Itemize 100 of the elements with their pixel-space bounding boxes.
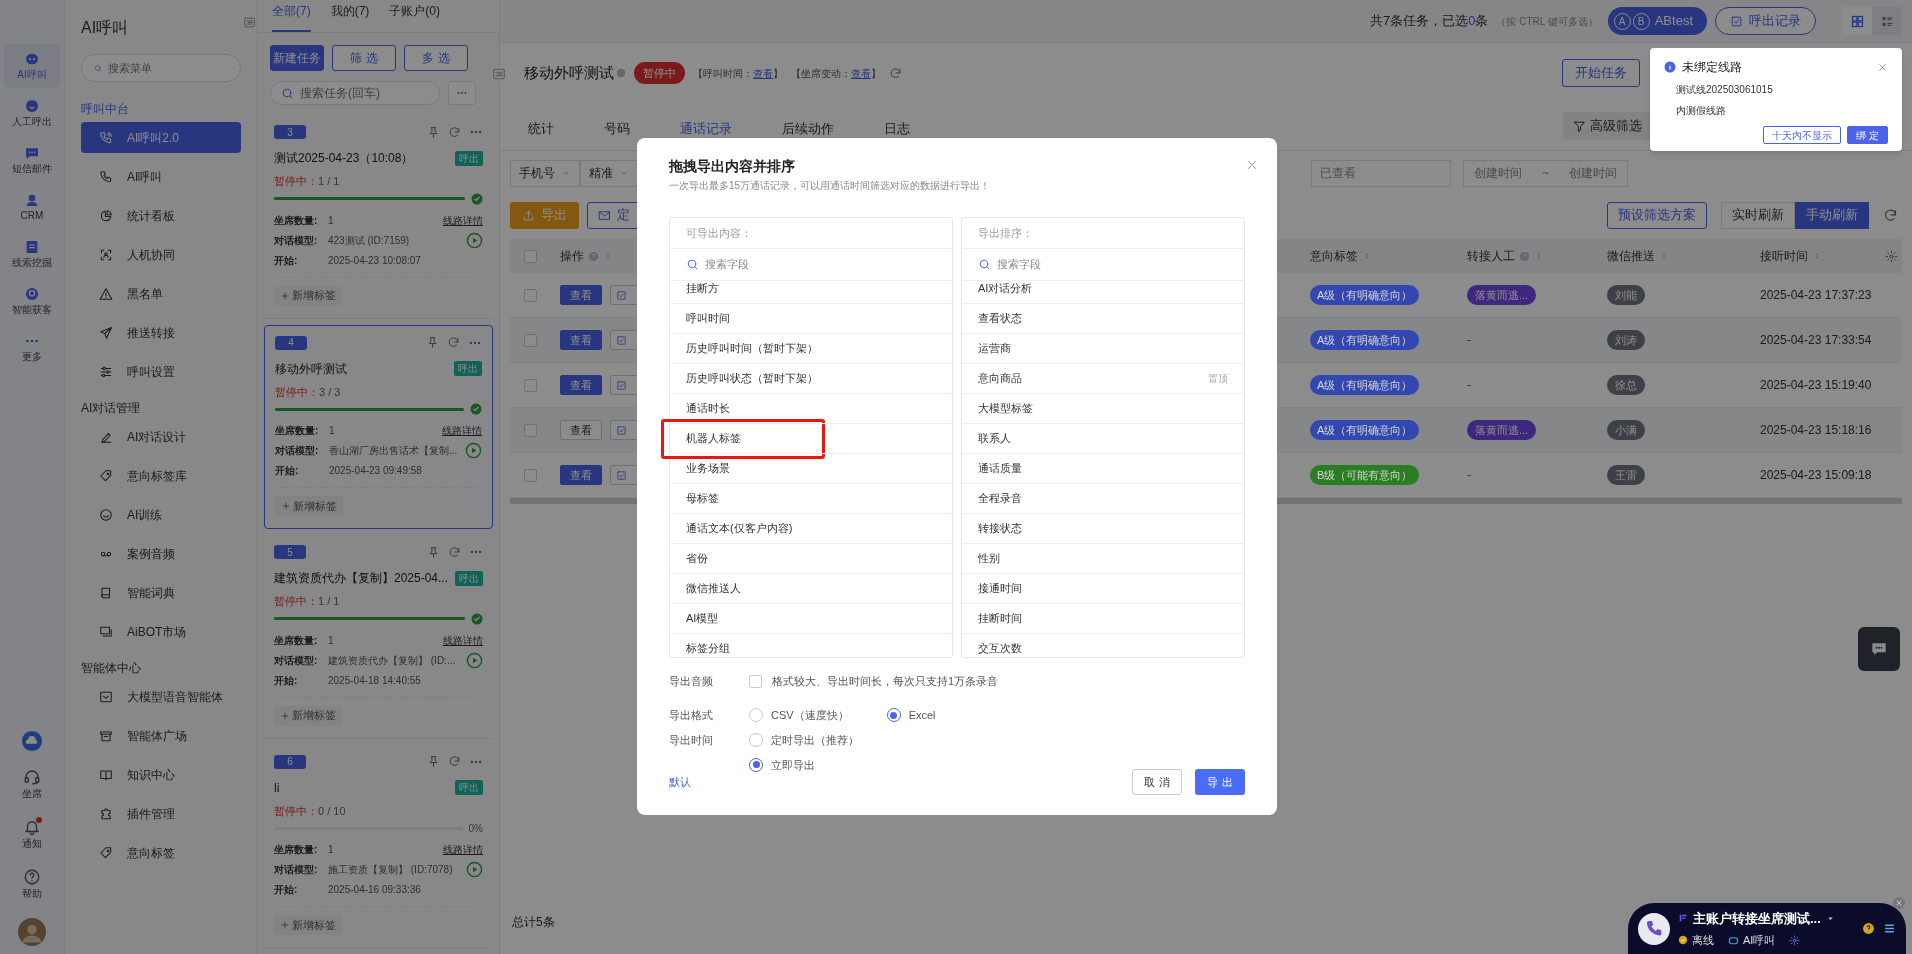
search-field[interactable]: 搜索菜单: [81, 54, 241, 82]
bind-button[interactable]: 绑 定: [1847, 126, 1888, 144]
task-card[interactable]: 5 建筑资质代办【复制】2025-04... 呼出 暂停中：1 / 1 坐席数量: 1 线路详情 对话模型: 建筑资质代办【复制】 (ID:... 开始: 2025-04-18 14:40:55 新增标签: [264, 535, 493, 739]
rail-item[interactable]: CRM: [4, 185, 60, 229]
route-details-link[interactable]: 线路详情: [443, 842, 483, 857]
menu-item[interactable]: AI呼叫: [81, 161, 241, 192]
status-indicator[interactable]: 离线: [1678, 932, 1714, 949]
play-button-icon[interactable]: [466, 861, 483, 878]
menu-item[interactable]: 案例音频: [81, 538, 241, 569]
view-button[interactable]: 查看: [560, 285, 602, 305]
menu-item[interactable]: 大模型语音智能体: [81, 681, 241, 712]
tab[interactable]: 号码: [586, 118, 648, 150]
task-card[interactable]: 3 测试2025-04-23（10:08） 呼出 暂停中：1 / 1 坐席数量: 1 线路详情 对话模型: 423测试 (ID:7159) 开始: 2025-04-23 10:08:07 新增标签: [264, 115, 493, 319]
rail-item[interactable]: 帮助: [10, 868, 54, 900]
menu-item[interactable]: 意向标签: [81, 837, 241, 868]
rail-item[interactable]: 坐席: [10, 768, 54, 800]
task-card[interactable]: 4 移动外呼测试 呼出 暂停中：3 / 3 坐席数量: 1 线路详情 对话模型: 香山湖厂房出售话术【复制... 开始: 2025-04-23 09:49:58 新增标签: [264, 324, 493, 529]
menu-item[interactable]: 智能词典: [81, 577, 241, 608]
add-tag-button[interactable]: 新增标签: [274, 285, 342, 306]
menu-item[interactable]: 人机协同: [81, 239, 241, 270]
input-field[interactable]: 已查看: [1311, 159, 1451, 187]
radio-option[interactable]: Excel: [886, 706, 936, 724]
help-icon[interactable]: [1862, 922, 1875, 935]
start-task-button[interactable]: 开始任务: [1562, 59, 1640, 87]
outline-button[interactable]: 多 选: [404, 45, 468, 71]
list-item[interactable]: 接通时间: [962, 574, 1244, 604]
refresh-mode-button[interactable]: 手动刷新: [1795, 201, 1869, 229]
close-icon[interactable]: [1245, 158, 1259, 172]
menu-item[interactable]: 呼叫设置: [81, 356, 241, 387]
list-item[interactable]: AI对话分析: [962, 281, 1244, 304]
list-item[interactable]: 联系人: [962, 424, 1244, 454]
search-input[interactable]: 搜索任务(回车): [300, 84, 420, 102]
task-card[interactable]: 6 li 呼出 暂停中：0 / 10 0% 坐席数量: 1 线路详情 对话模型: 施工资质【复制】 (ID:7078) 开始: 2025-04-16 09:33:36 新增标签: [264, 744, 493, 948]
grid-view-button[interactable]: [1842, 7, 1872, 35]
menu-item[interactable]: AI训练: [81, 499, 241, 530]
dismiss-button[interactable]: 十天内不显示: [1763, 126, 1842, 144]
close-icon[interactable]: [1877, 61, 1888, 73]
list-item[interactable]: 性别: [962, 544, 1244, 574]
list-item[interactable]: 微信推送人: [670, 574, 952, 604]
checkbox[interactable]: [523, 249, 537, 263]
route-details-link[interactable]: 线路详情: [442, 423, 482, 438]
cancel-button[interactable]: 取 消: [1132, 769, 1182, 795]
search-field[interactable]: 搜索字段: [705, 256, 905, 273]
checkbox[interactable]: [523, 378, 537, 392]
list-view-button[interactable]: [1872, 7, 1902, 35]
tab[interactable]: 全部(7): [272, 2, 311, 32]
list-item[interactable]: 大模型标签: [962, 394, 1244, 424]
export-button[interactable]: 导 出: [1195, 769, 1245, 795]
list-item[interactable]: 运营商: [962, 334, 1244, 364]
menu-item[interactable]: AiBOT市场: [81, 616, 241, 647]
new-task-button[interactable]: 新建任务: [270, 45, 324, 71]
list-item[interactable]: 通话文本(仅客户内容): [670, 514, 952, 544]
refresh-mode-button[interactable]: 实时刷新: [1721, 201, 1795, 229]
route-details-link[interactable]: 线路详情: [443, 212, 483, 228]
tab[interactable]: 子账户(0): [389, 2, 440, 32]
menu-item[interactable]: 推送转接: [81, 317, 241, 348]
rail-item[interactable]: 线索挖掘: [4, 232, 60, 276]
preset-filter-button[interactable]: 预设筛选方案: [1607, 201, 1707, 229]
rail-item[interactable]: 短信邮件: [4, 138, 60, 182]
list-item[interactable]: 查看状态: [962, 304, 1244, 334]
menu-item[interactable]: 统计看板: [81, 200, 241, 231]
view-button[interactable]: 查看: [560, 330, 602, 350]
list-item[interactable]: 历史呼叫时间（暂时下架）: [670, 334, 952, 364]
view-button[interactable]: 查看: [560, 420, 602, 440]
menu-item[interactable]: AI对话设计: [81, 421, 241, 452]
rail-item[interactable]: 通知: [10, 818, 54, 850]
rail-item[interactable]: 更多: [4, 326, 60, 370]
list-item[interactable]: 业务场景: [670, 454, 952, 484]
list-item[interactable]: 转接状态: [962, 514, 1244, 544]
list-item[interactable]: AI模型: [670, 604, 952, 634]
rail-item[interactable]: AI呼叫: [4, 44, 60, 88]
list-item[interactable]: 通话质量: [962, 454, 1244, 484]
list-item[interactable]: 挂断时间: [962, 604, 1244, 634]
dropdown[interactable]: 精准: [580, 159, 638, 187]
list-item[interactable]: 机器人标签: [670, 424, 952, 454]
dropdown[interactable]: 手机号: [510, 159, 580, 187]
rail-item[interactable]: 人工呼出: [4, 91, 60, 135]
menu-item[interactable]: 智能体广场: [81, 720, 241, 751]
list-item[interactable]: 历史呼叫状态（暂时下架）: [670, 364, 952, 394]
checkbox[interactable]: [523, 468, 537, 482]
list-item[interactable]: 省份: [670, 544, 952, 574]
checkbox[interactable]: [523, 333, 537, 347]
menu-item[interactable]: 意向标签库: [81, 460, 241, 491]
date-range-field[interactable]: 创建时间 ~ 创建时间: [1463, 159, 1628, 187]
text-input[interactable]: 已查看: [1320, 164, 1442, 182]
add-tag-button[interactable]: 新增标签: [274, 915, 342, 935]
play-button-icon[interactable]: [465, 442, 482, 459]
advanced-filter-button[interactable]: 高级筛选: [1563, 112, 1652, 140]
tab[interactable]: 我的(7): [330, 2, 370, 32]
chat-button[interactable]: [1858, 627, 1900, 671]
view-link[interactable]: 查看: [851, 67, 871, 79]
add-tag-button[interactable]: 新增标签: [275, 496, 343, 516]
collapse-icon[interactable]: [243, 16, 256, 29]
route-details-link[interactable]: 线路详情: [443, 632, 483, 648]
list-item[interactable]: 呼叫时间: [670, 304, 952, 334]
list-item[interactable]: 通话时长: [670, 394, 952, 424]
add-tag-button[interactable]: 新增标签: [274, 705, 342, 726]
radio-option[interactable]: CSV（速度快）: [749, 706, 849, 724]
radio-option[interactable]: 定时导出（推荐）: [749, 732, 859, 749]
outline-button[interactable]: 筛 选: [332, 45, 396, 71]
